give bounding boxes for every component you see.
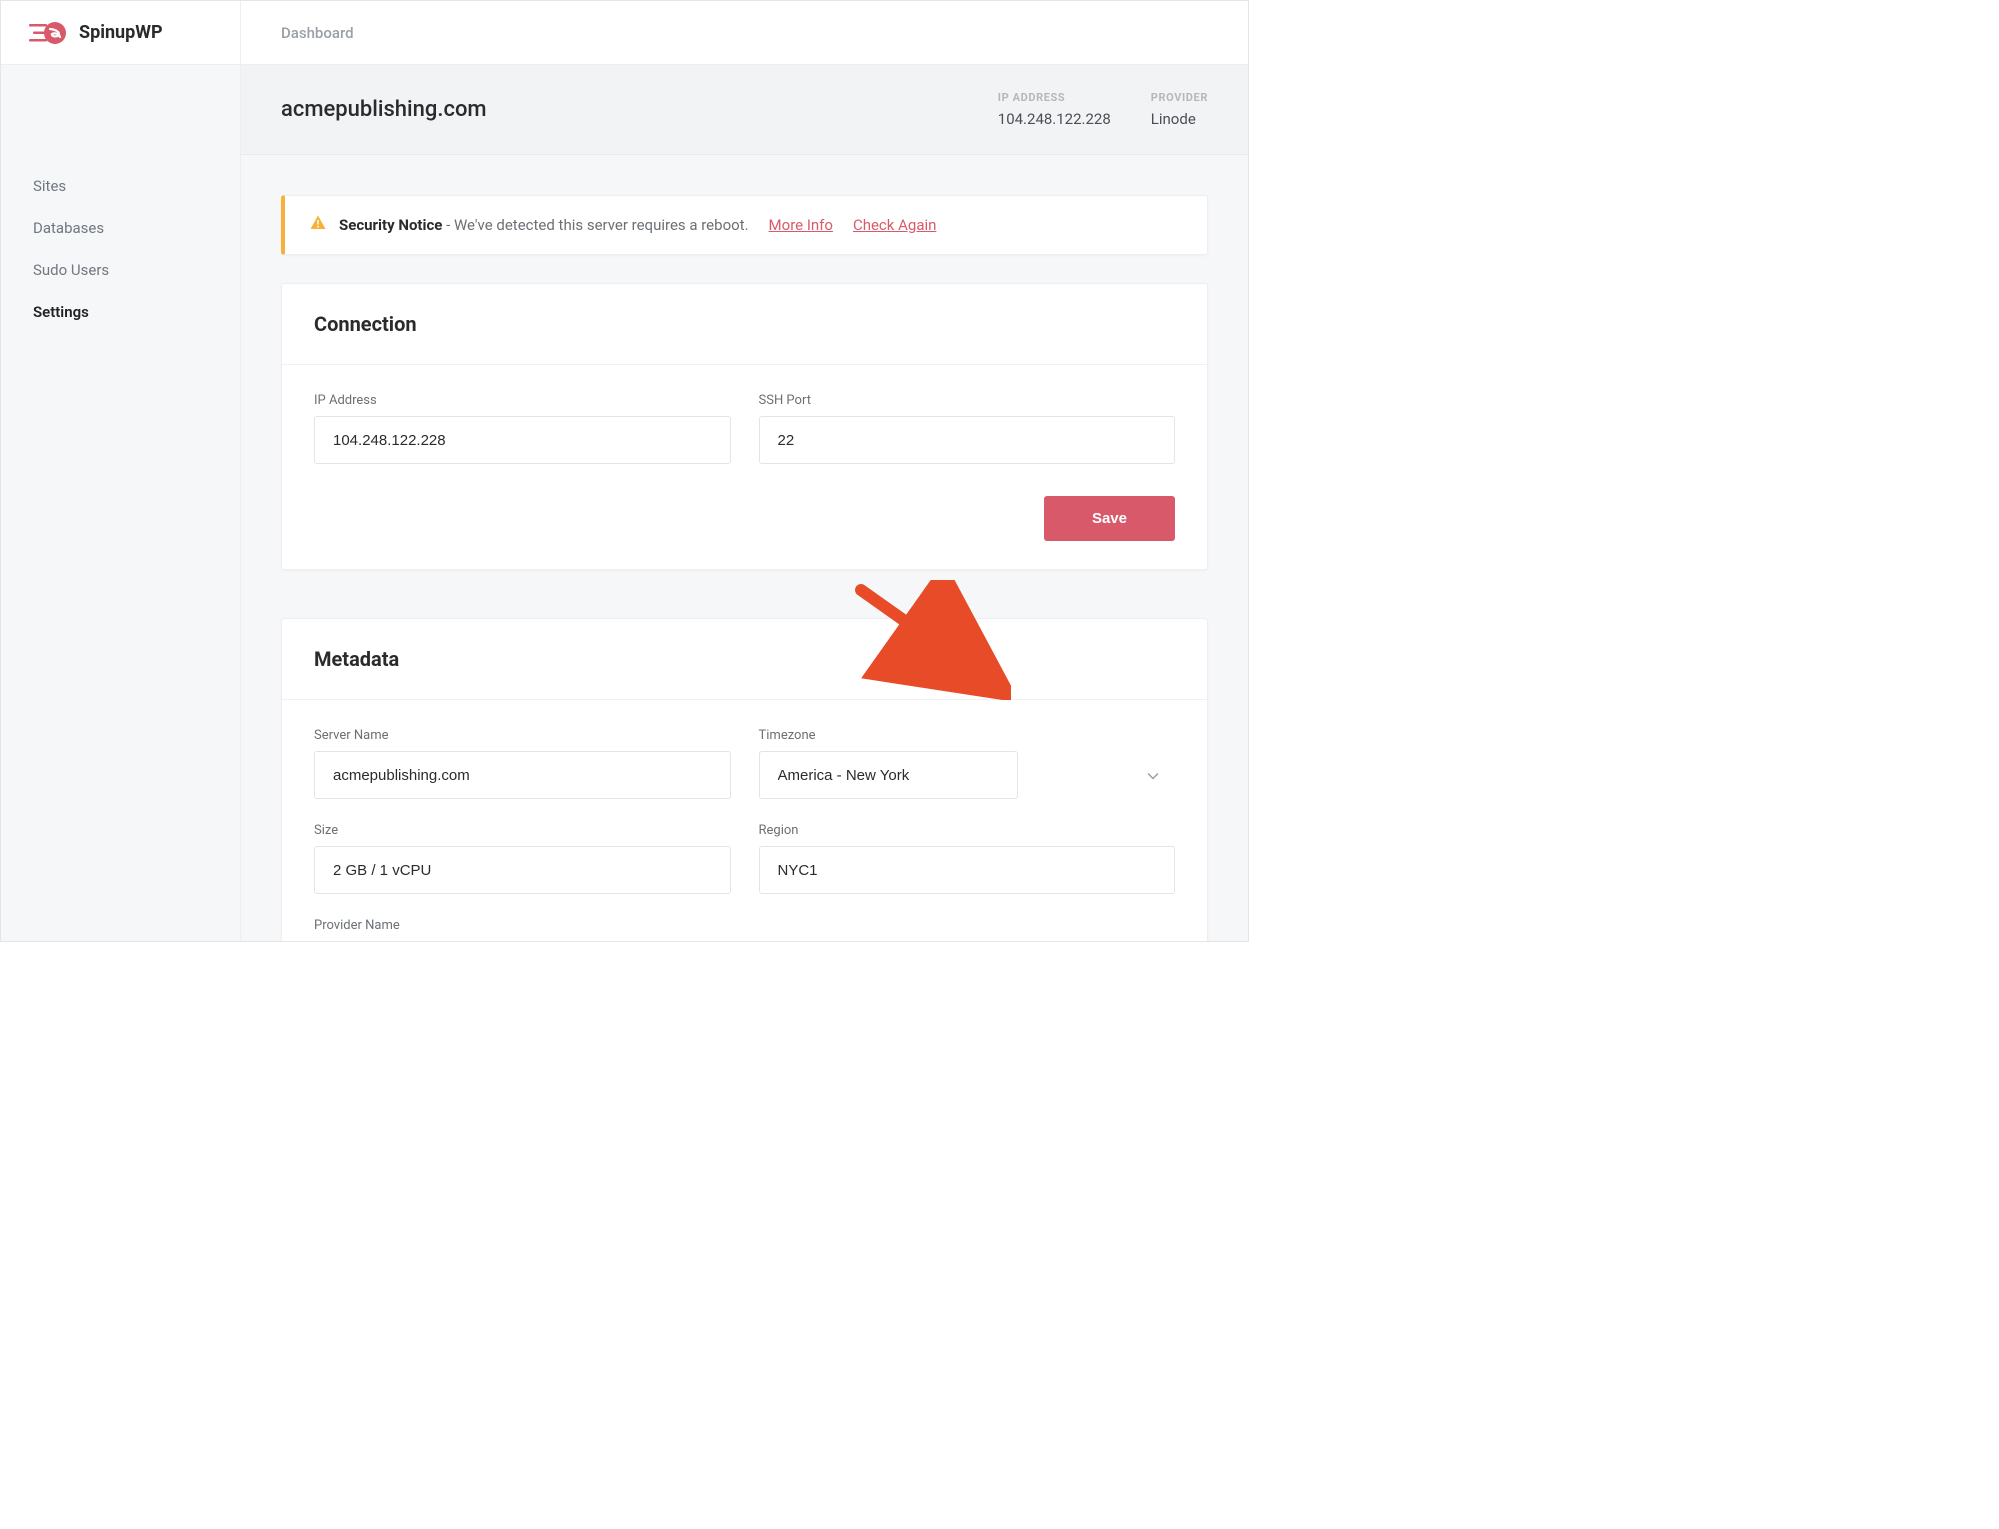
- ssh-port-label: SSH Port: [759, 393, 1176, 408]
- provider-name-field-group: Provider Name: [314, 918, 731, 941]
- connection-form-row: IP Address SSH Port: [314, 393, 1175, 464]
- size-label: Size: [314, 823, 731, 838]
- sidebar-item-databases[interactable]: Databases: [1, 207, 240, 249]
- main-content: acmepublishing.com IP ADDRESS 104.248.12…: [241, 65, 1248, 941]
- header-provider-block: PROVIDER Linode: [1151, 91, 1208, 128]
- header-provider-label: PROVIDER: [1151, 91, 1208, 104]
- spinupwp-icon: [29, 19, 69, 47]
- timezone-select-wrap: [759, 751, 1176, 799]
- empty-col: [759, 918, 1176, 941]
- header-ip-block: IP ADDRESS 104.248.122.228: [998, 91, 1111, 128]
- ssh-port-input[interactable]: [759, 416, 1176, 464]
- sidebar: Sites Databases Sudo Users Settings: [1, 65, 241, 941]
- size-input[interactable]: [314, 846, 731, 894]
- header-ip-label: IP ADDRESS: [998, 91, 1111, 104]
- metadata-title: Metadata: [314, 647, 1175, 671]
- brand-logo[interactable]: SpinupWP: [29, 19, 163, 47]
- connection-card-footer: Save: [282, 496, 1207, 569]
- content-area: Security Notice - We've detected this se…: [241, 155, 1248, 941]
- sidebar-item-sites[interactable]: Sites: [1, 165, 240, 207]
- connection-title: Connection: [314, 312, 1175, 336]
- metadata-row-3: Provider Name: [314, 918, 1175, 941]
- region-label: Region: [759, 823, 1176, 838]
- metadata-row-1: Server Name Timezone: [314, 728, 1175, 799]
- topbar: SpinupWP Dashboard: [1, 1, 1248, 65]
- sidebar-item-sudo-users[interactable]: Sudo Users: [1, 249, 240, 291]
- logo-container: SpinupWP: [1, 1, 241, 64]
- size-field-group: Size: [314, 823, 731, 894]
- metadata-card-body: Server Name Timezone: [282, 700, 1207, 941]
- chevron-down-icon: [1147, 766, 1159, 785]
- page-title: acmepublishing.com: [281, 97, 958, 122]
- timezone-label: Timezone: [759, 728, 1176, 743]
- notice-text: Security Notice - We've detected this se…: [339, 216, 749, 234]
- region-input[interactable]: [759, 846, 1176, 894]
- top-navigation: Dashboard: [241, 1, 1248, 64]
- notice-title: Security Notice: [339, 216, 442, 234]
- security-notice: Security Notice - We've detected this se…: [281, 195, 1208, 255]
- server-name-input[interactable]: [314, 751, 731, 799]
- ip-address-input[interactable]: [314, 416, 731, 464]
- check-again-link[interactable]: Check Again: [853, 216, 936, 234]
- nav-dashboard[interactable]: Dashboard: [281, 24, 354, 42]
- notice-body: - We've detected this server requires a …: [442, 216, 748, 234]
- brand-name: SpinupWP: [79, 22, 163, 43]
- region-field-group: Region: [759, 823, 1176, 894]
- timezone-select[interactable]: [759, 751, 1018, 799]
- server-name-field-group: Server Name: [314, 728, 731, 799]
- metadata-card-header: Metadata: [282, 619, 1207, 700]
- server-name-label: Server Name: [314, 728, 731, 743]
- connection-card: Connection IP Address SSH Port: [281, 283, 1208, 570]
- provider-name-label: Provider Name: [314, 918, 731, 933]
- metadata-card: Metadata Server Name Timezone: [281, 618, 1208, 941]
- more-info-link[interactable]: More Info: [769, 216, 833, 234]
- timezone-field-group: Timezone: [759, 728, 1176, 799]
- warning-icon: [309, 214, 327, 236]
- body-layout: Sites Databases Sudo Users Settings acme…: [1, 65, 1248, 941]
- connection-card-header: Connection: [282, 284, 1207, 365]
- sidebar-item-settings[interactable]: Settings: [1, 291, 240, 333]
- connection-card-body: IP Address SSH Port: [282, 365, 1207, 496]
- save-button[interactable]: Save: [1044, 496, 1175, 541]
- header-provider-value: Linode: [1151, 110, 1208, 128]
- ip-address-field-group: IP Address: [314, 393, 731, 464]
- app-frame: SpinupWP Dashboard Sites Databases Sudo …: [0, 0, 1249, 942]
- ssh-port-field-group: SSH Port: [759, 393, 1176, 464]
- metadata-row-2: Size Region: [314, 823, 1175, 894]
- header-ip-value: 104.248.122.228: [998, 110, 1111, 128]
- ip-address-label: IP Address: [314, 393, 731, 408]
- page-header: acmepublishing.com IP ADDRESS 104.248.12…: [241, 65, 1248, 155]
